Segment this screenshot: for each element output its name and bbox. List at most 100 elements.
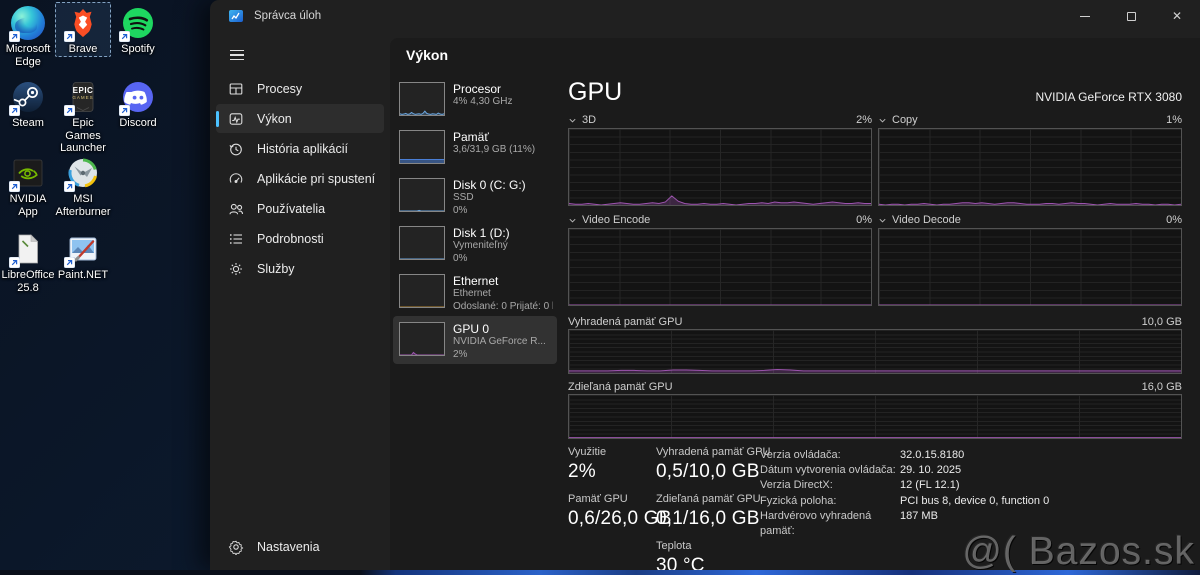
hamburger-menu-button[interactable]	[224, 42, 256, 68]
detail-label: Hardvérovo vyhradená pamäť:	[760, 509, 872, 538]
shortcut-arrow-icon	[9, 257, 20, 268]
sidebar-item-label: Používatelia	[257, 201, 326, 216]
desktop-icon-label: Epic Games Launcher	[60, 117, 106, 154]
perf-item-title: Disk 0 (C: G:)	[453, 178, 526, 192]
gear-icon	[228, 540, 244, 555]
chart-label: Copy	[892, 114, 918, 126]
shortcut-arrow-icon	[64, 105, 75, 116]
desktop-icon-paintnet[interactable]: Paint.NET	[55, 228, 111, 283]
chart-max-value: 16,0 GB	[1141, 381, 1182, 393]
shortcut-arrow-icon	[64, 181, 75, 192]
perf-item-title: GPU 0	[453, 322, 490, 336]
maximize-button[interactable]	[1108, 0, 1154, 32]
chart-label: Vyhradená pamäť GPU	[568, 316, 683, 328]
sidebar-item-services[interactable]: Služby	[216, 254, 384, 283]
detail-label: Fyzická poloha:	[760, 494, 837, 507]
desktop-icon-steam[interactable]: Steam	[0, 76, 56, 131]
titlebar[interactable]: Správca úloh ✕	[210, 0, 1200, 32]
sidebar: Procesy Výkon História aplikácií Aplikác…	[210, 32, 390, 570]
desktop-icon-label: Discord	[119, 117, 157, 129]
task-manager-window: Správca úloh ✕ Procesy Výkon História ap…	[210, 0, 1200, 570]
minimize-button[interactable]	[1062, 0, 1108, 32]
sidebar-item-label: História aplikácií	[257, 141, 349, 156]
desktop-icon-nvidia-app[interactable]: NVIDIA App	[0, 152, 56, 219]
perf-item-title: Procesor	[453, 82, 502, 96]
desktop-icon-label: NVIDIA App	[9, 193, 47, 218]
users-icon	[229, 203, 244, 214]
perf-item-title: Disk 1 (D:)	[453, 226, 510, 240]
stat-label: Teplota	[656, 540, 692, 552]
sidebar-item-label: Služby	[257, 261, 295, 276]
gpu-panel: GPU NVIDIA GeForce RTX 3080 3D 2% Copy 1…	[568, 78, 1182, 570]
desktop-icon-epic-games[interactable]: EPIC GAMES Epic Games Launcher	[55, 76, 111, 156]
perf-item-memory[interactable]: Pamäť 3,6/31,9 GB (11%)	[393, 124, 557, 172]
shortcut-arrow-icon	[64, 31, 75, 42]
desktop-icon-spotify[interactable]: Spotify	[110, 2, 166, 57]
steam-icon	[9, 80, 45, 116]
sidebar-item-label: Aplikácie pri spustení	[257, 171, 376, 186]
shortcut-arrow-icon	[64, 257, 75, 268]
detail-value: 29. 10. 2025	[900, 464, 962, 477]
services-icon	[230, 262, 242, 275]
perf-item-line: Odoslané: 0 Prijaté: 0 kt	[453, 300, 553, 312]
task-manager-app-icon	[229, 10, 243, 22]
chevron-down-icon[interactable]	[878, 116, 887, 125]
close-button[interactable]: ✕	[1154, 0, 1200, 32]
perf-item-line: 2%	[453, 348, 468, 360]
desktop-icon-label: Paint.NET	[57, 269, 109, 281]
chevron-down-icon[interactable]	[568, 216, 577, 225]
stat-value: 0,1/16,0 GB	[656, 508, 760, 529]
edge-icon	[9, 6, 45, 42]
perf-item-gpu[interactable]: GPU 0 NVIDIA GeForce R... 2%	[393, 316, 557, 364]
chart-label: Video Encode	[582, 214, 651, 226]
sidebar-item-details[interactable]: Podrobnosti	[216, 224, 384, 253]
gpu-copy-chart	[878, 128, 1182, 206]
desktop-icon-discord[interactable]: Discord	[110, 76, 166, 131]
perf-item-line: 4% 4,30 GHz	[453, 96, 513, 107]
desktop-icon-label: MSI Afterburner	[55, 193, 111, 218]
sidebar-item-processes[interactable]: Procesy	[216, 74, 384, 103]
chart-value: 0%	[856, 214, 872, 226]
chart-label: 3D	[582, 114, 597, 126]
gpu-3d-chart	[568, 128, 872, 206]
desktop-icon-label: Microsoft Edge	[5, 43, 51, 68]
shortcut-arrow-icon	[9, 31, 20, 42]
desktop-icon-label: LibreOffice 25.8	[1, 269, 55, 294]
desktop-icon-label: Steam	[12, 117, 44, 129]
stat-label: Zdieľaná pamäť GPU	[656, 493, 761, 505]
perf-item-cpu[interactable]: Procesor 4% 4,30 GHz	[393, 76, 557, 124]
sidebar-item-label: Procesy	[257, 81, 303, 96]
gpu-panel-title: GPU	[568, 78, 623, 106]
spotify-icon	[119, 6, 155, 42]
perf-item-disk0[interactable]: Disk 0 (C: G:) SSD 0%	[393, 172, 557, 220]
desktop-icon-libreoffice[interactable]: LibreOffice 25.8	[0, 228, 56, 295]
brave-icon	[64, 6, 100, 42]
sidebar-item-label: Podrobnosti	[257, 231, 324, 246]
startup-apps-icon	[229, 172, 243, 183]
sidebar-item-users[interactable]: Používatelia	[216, 194, 384, 223]
perf-item-ethernet[interactable]: Ethernet Ethernet Odoslané: 0 Prijaté: 0 k…	[393, 268, 557, 316]
minimize-icon	[1080, 15, 1090, 17]
perf-item-disk1[interactable]: Disk 1 (D:) Vymeniteľný 0%	[393, 220, 557, 268]
perf-item-line: 0%	[453, 252, 468, 264]
chevron-down-icon[interactable]	[568, 116, 577, 125]
gpu-mini-chart	[399, 322, 445, 356]
chart-value: 2%	[856, 114, 872, 126]
ethernet-mini-chart	[399, 274, 445, 308]
desktop-icon-msi-afterburner[interactable]: MSI Afterburner	[55, 152, 111, 219]
perf-item-line: Vymeniteľný	[453, 240, 508, 251]
desktop-icon-microsoft-edge[interactable]: Microsoft Edge	[0, 2, 56, 69]
chart-max-value: 10,0 GB	[1141, 316, 1182, 328]
msi-afterburner-icon	[64, 156, 100, 192]
perf-item-line: 3,6/31,9 GB (11%)	[453, 144, 536, 155]
shortcut-arrow-icon	[119, 31, 130, 42]
perf-item-line: Ethernet	[453, 288, 491, 299]
sidebar-item-settings[interactable]: Nastavenia	[216, 532, 384, 561]
sidebar-item-app-history[interactable]: História aplikácií	[216, 134, 384, 163]
content-card: Výkon Procesor 4% 4,30 GHz Pamäť 3,6/31,9 …	[390, 38, 1200, 570]
desktop-icon-brave[interactable]: Brave	[55, 2, 111, 57]
chevron-down-icon[interactable]	[878, 216, 887, 225]
desktop: Microsoft Edge Brave Spotify Steam EPIC …	[0, 0, 210, 575]
sidebar-item-startup-apps[interactable]: Aplikácie pri spustení	[216, 164, 384, 193]
sidebar-item-performance[interactable]: Výkon	[216, 104, 384, 133]
